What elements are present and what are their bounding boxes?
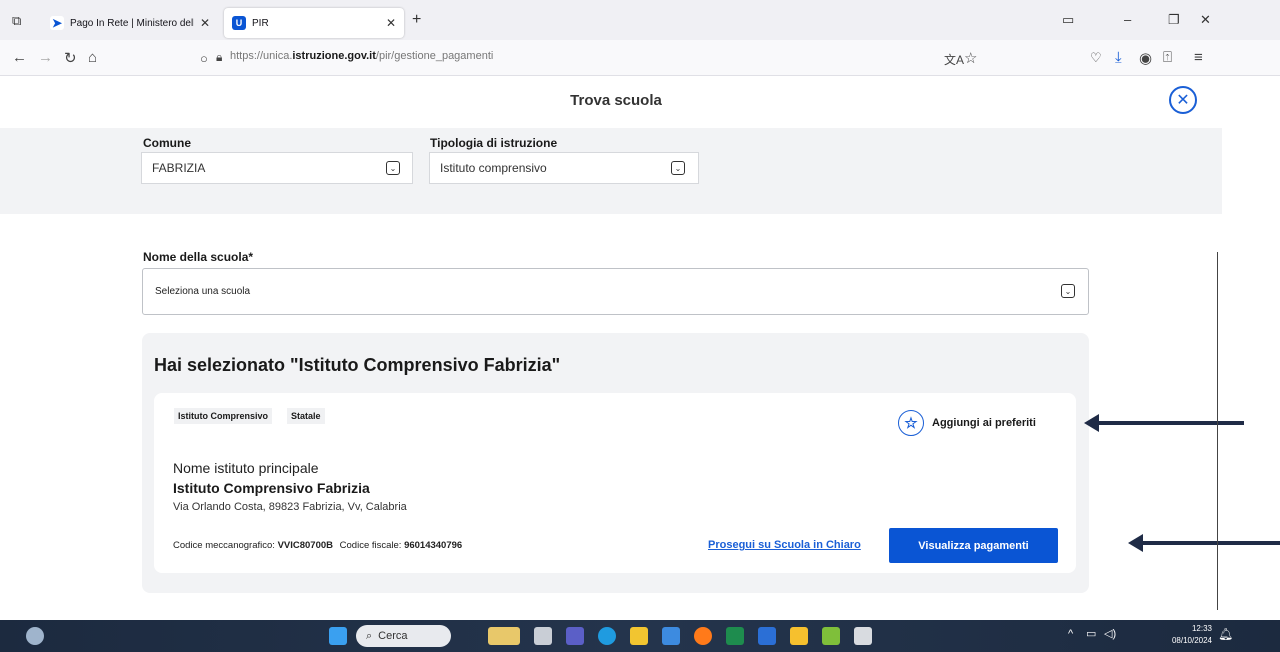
school-select[interactable]: Seleziona una scuola ⌄ (142, 268, 1089, 315)
menu-icon[interactable]: ≡ (1194, 49, 1203, 66)
school-select-placeholder: Seleziona una scuola (155, 286, 251, 297)
badge-type: Istituto Comprensivo (174, 408, 273, 424)
close-tab-icon[interactable]: ✕ (386, 16, 396, 30)
extensions-icon[interactable]: ⍐ (1163, 49, 1172, 66)
acrobat-icon[interactable] (854, 627, 872, 645)
tipologia-select[interactable]: Istituto comprensivo ⌄ (429, 152, 699, 184)
firefox-icon[interactable] (694, 627, 712, 645)
codes-line: Codice meccanografico: VVIC80700B Codice… (173, 540, 462, 551)
minimize-icon[interactable]: – (1124, 12, 1131, 27)
bookmark-star-icon[interactable]: ☆ (964, 49, 977, 67)
school-name-label: Nome della scuola* (143, 250, 254, 264)
comune-label: Comune (143, 136, 191, 150)
edge-icon[interactable] (598, 627, 616, 645)
task-view-icon[interactable] (534, 627, 552, 645)
url-host: istruzione.gov.it (292, 50, 376, 62)
mail-icon[interactable] (662, 627, 680, 645)
add-favorite-label: Aggiungi ai preferiti (932, 417, 1036, 429)
system-clock[interactable]: 12:33 08/10/2024 (1150, 623, 1212, 647)
download-icon[interactable]: ⤓ (1115, 49, 1122, 66)
back-icon[interactable]: ← (12, 49, 27, 66)
new-tab-icon[interactable]: + (412, 11, 421, 29)
tab-title: Pago In Rete | Ministero dell'Istr (70, 17, 194, 29)
search-icon: ⌕ (366, 629, 373, 642)
codice-fisc-label: Codice fiscale: (339, 540, 402, 551)
clock-date: 08/10/2024 (1171, 636, 1212, 645)
close-tab-icon[interactable]: ✕ (200, 16, 210, 30)
lock-icon[interactable]: 🔒︎ (216, 50, 222, 65)
annotation-arrow-payments (1128, 534, 1280, 552)
tab-title: PIR (252, 17, 269, 29)
tab-pir[interactable]: U PIR ✕ (224, 8, 404, 38)
reload-icon[interactable]: ↻ (64, 49, 77, 67)
account-icon[interactable]: ◉ (1139, 49, 1152, 67)
chevron-down-icon: ⌄ (1061, 284, 1075, 298)
url-prefix: https://unica. (230, 50, 293, 62)
forward-icon[interactable]: → (38, 49, 53, 66)
tipologia-value: Istituto comprensivo (440, 161, 547, 175)
window-close-icon[interactable]: ✕ (1200, 12, 1211, 28)
unica-favicon-icon: U (232, 16, 246, 30)
chevron-up-icon[interactable]: ^ (1068, 628, 1073, 640)
taskbar-search[interactable]: ⌕ Cerca (356, 625, 451, 647)
pagoinrete-favicon-icon: ➤ (50, 16, 64, 30)
volume-icon[interactable]: ◁) (1104, 627, 1116, 640)
selection-title: Hai selezionato "Istituto Comprensivo Fa… (154, 355, 561, 375)
school-address: Via Orlando Costa, 89823 Fabrizia, Vv, C… (173, 501, 407, 513)
comune-select[interactable]: FABRIZIA ⌄ (141, 152, 413, 184)
sticky-notes-icon[interactable] (790, 627, 808, 645)
annotation-arrow-favorites (1084, 414, 1244, 432)
codice-mecc-value: VVIC80700B (277, 540, 334, 551)
pocket-icon[interactable]: ♡ (1090, 50, 1102, 66)
tab-overview-icon[interactable]: ⧉ (12, 13, 21, 29)
network-icon[interactable]: ▭ (1086, 627, 1096, 640)
page-title: Trova scuola (570, 92, 662, 109)
principal-name: Istituto Comprensivo Fabrizia (173, 480, 370, 496)
browser-nav-bar: ← → ↻ ⌂ ○ 🔒︎ 文A ☆ ♡ ⤓ ◉ ⍐ ≡ (0, 40, 1280, 76)
taskbar-search-label: Cerca (378, 630, 408, 642)
translate-icon[interactable]: 文A (944, 51, 964, 68)
add-favorite-button[interactable]: ☆ Aggiungi ai preferiti (898, 410, 1036, 436)
tab-list-icon[interactable]: ▭ (1062, 12, 1074, 28)
weather-icon[interactable] (26, 627, 44, 645)
browser-tab-bar: ⧉ ➤ Pago In Rete | Ministero dell'Istr ✕… (0, 0, 1280, 40)
windows-start-icon[interactable] (329, 627, 347, 645)
excel-icon[interactable] (726, 627, 744, 645)
scrollbar-track[interactable] (1217, 252, 1218, 610)
codice-fisc-value: 96014340796 (404, 540, 463, 551)
principal-label: Nome istituto principale (173, 460, 319, 476)
file-explorer-icon[interactable] (630, 627, 648, 645)
home-icon[interactable]: ⌂ (88, 49, 97, 66)
word-icon[interactable] (758, 627, 776, 645)
tab-pago-in-rete[interactable]: ➤ Pago In Rete | Ministero dell'Istr ✕ (42, 8, 218, 38)
notification-bell-icon[interactable]: 🔔︎ (1218, 627, 1233, 641)
star-icon: ☆ (898, 410, 924, 436)
shield-icon[interactable]: ○ (200, 51, 208, 66)
comune-value: FABRIZIA (152, 161, 206, 175)
app-icon[interactable] (822, 627, 840, 645)
badge-statale: Statale (287, 408, 325, 424)
codice-mecc-label: Codice meccanografico: (173, 540, 275, 551)
scuola-in-chiaro-link[interactable]: Prosegui su Scuola in Chiaro (708, 539, 861, 551)
url-bar[interactable]: https://unica.istruzione.gov.it/pir/gest… (230, 50, 493, 62)
close-modal-button[interactable]: ✕ (1169, 86, 1197, 114)
teams-icon[interactable] (566, 627, 584, 645)
clock-time: 12:33 (1191, 624, 1212, 633)
tipologia-label: Tipologia di istruzione (430, 136, 558, 150)
view-payments-button[interactable]: Visualizza pagamenti (889, 528, 1058, 563)
restore-icon[interactable]: ❐ (1168, 12, 1180, 28)
widgets-icon[interactable] (488, 627, 520, 645)
url-path: /pir/gestione_pagamenti (375, 50, 494, 62)
chevron-down-icon: ⌄ (386, 161, 400, 175)
chevron-down-icon: ⌄ (671, 161, 685, 175)
